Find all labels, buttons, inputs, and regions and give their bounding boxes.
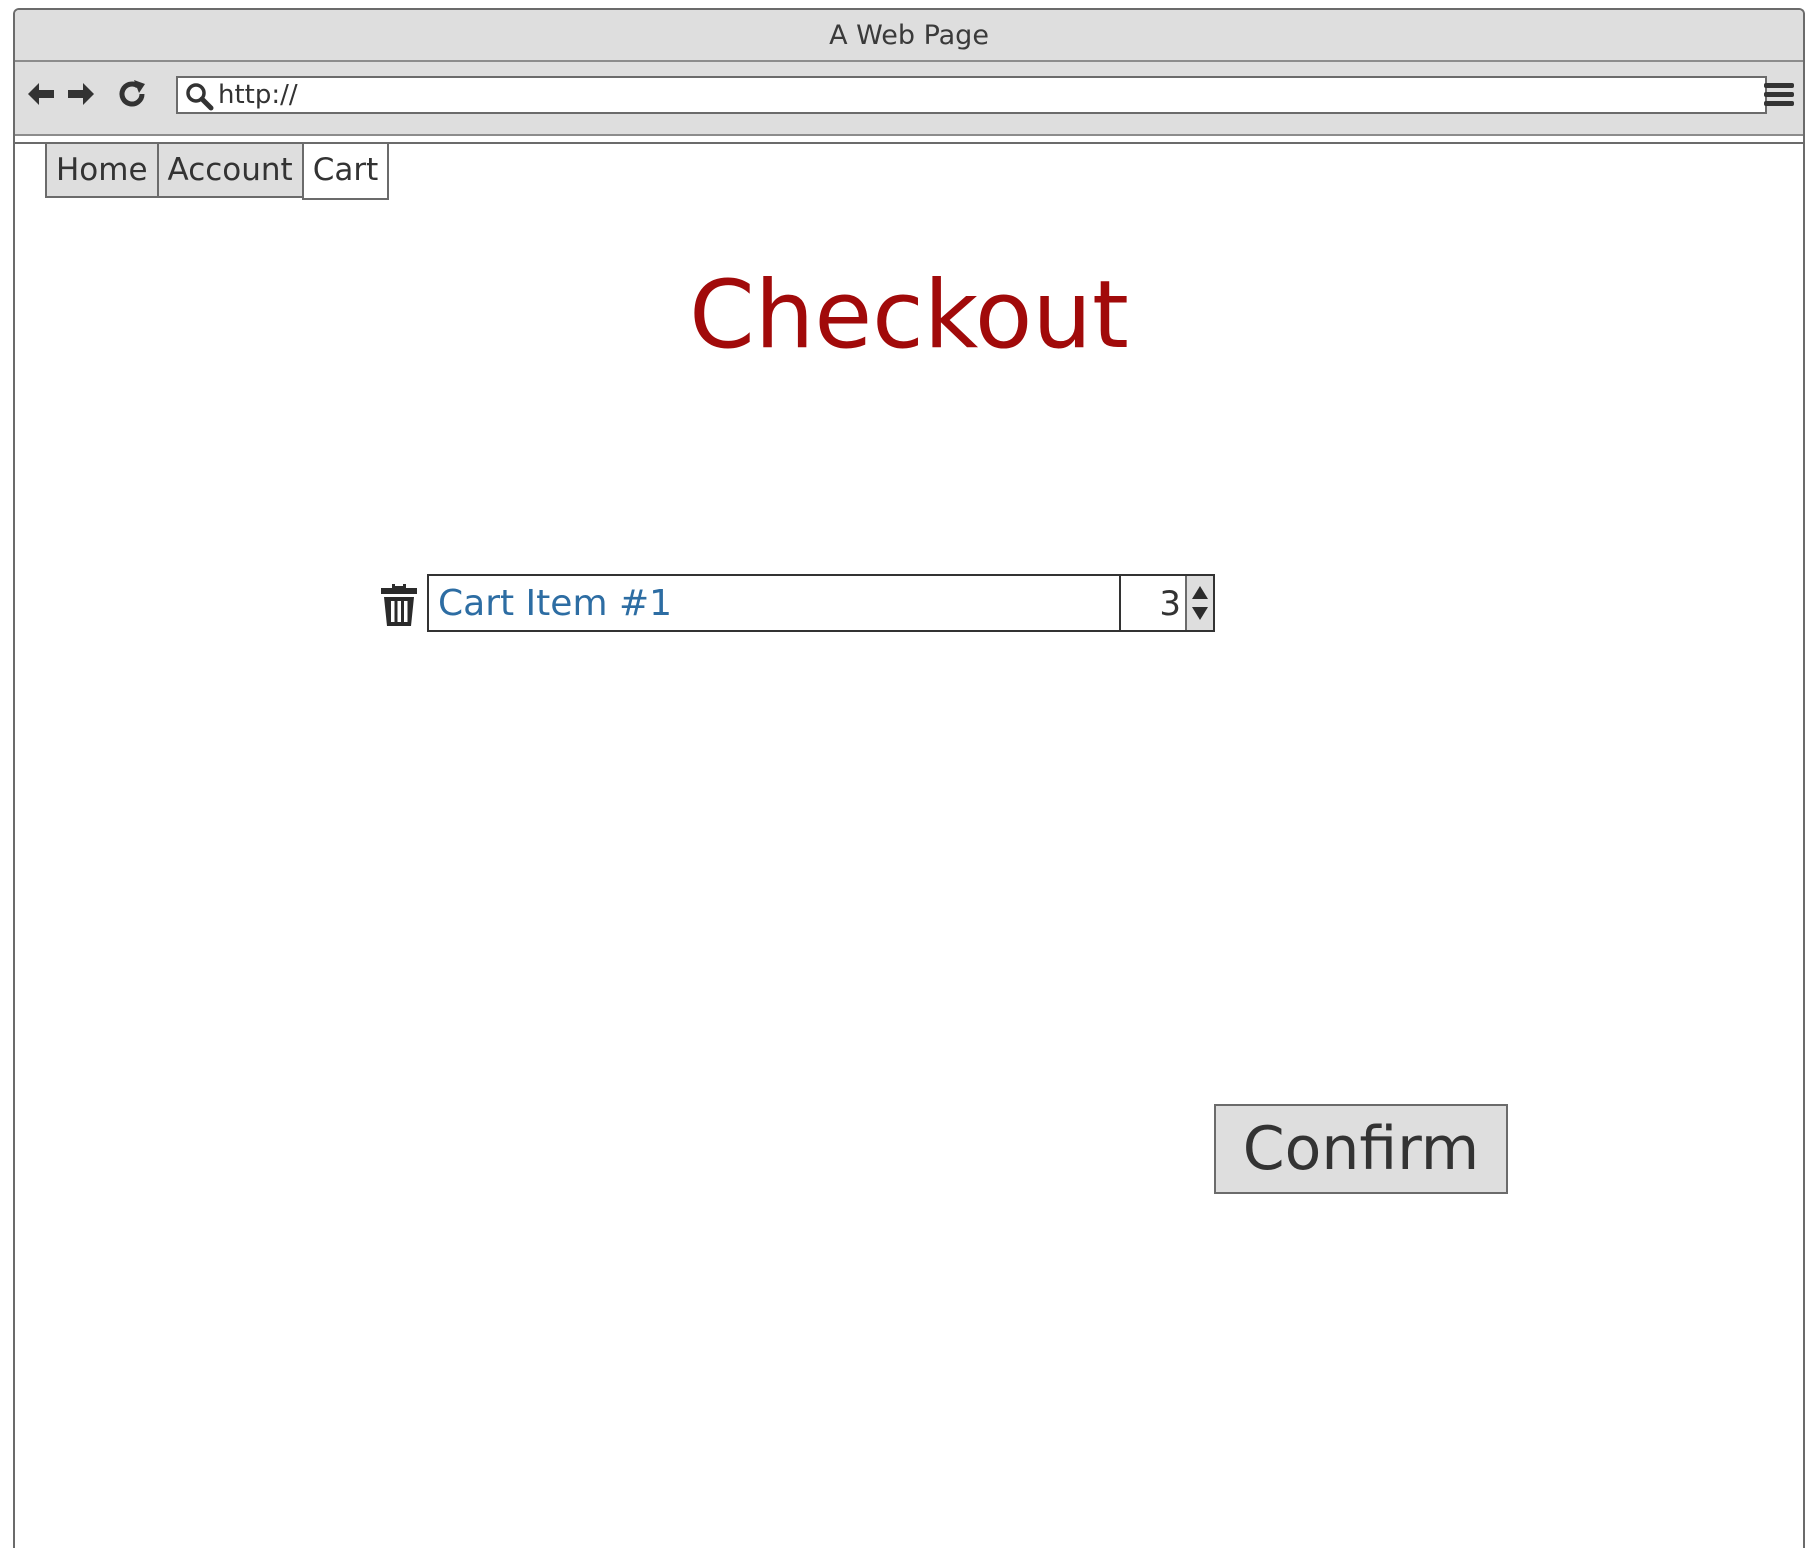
arrow-right-icon — [68, 83, 94, 105]
cart-item-link[interactable]: Cart Item #1 — [438, 576, 672, 632]
arrow-left-icon — [28, 83, 54, 105]
quantity-stepper[interactable]: 3 — [1119, 574, 1215, 632]
browser-window: A Web Page http:// Home Account Cart Che… — [13, 8, 1805, 1548]
reload-icon — [119, 80, 145, 107]
menu-button[interactable] — [1761, 76, 1797, 112]
tab-bar: Home Account Cart — [45, 144, 390, 200]
tab-account[interactable]: Account — [156, 144, 304, 198]
stepper-arrows[interactable] — [1185, 576, 1213, 630]
url-input[interactable] — [218, 78, 1718, 112]
tab-home[interactable]: Home — [45, 144, 159, 198]
trash-icon[interactable] — [377, 580, 421, 628]
page-content: Home Account Cart Checkout Cart Item #1 … — [15, 142, 1803, 1544]
page-title: Checkout — [689, 261, 1129, 370]
browser-toolbar — [15, 62, 1803, 136]
confirm-button[interactable]: Confirm — [1214, 1104, 1508, 1194]
cart-item-name-field[interactable]: Cart Item #1 — [427, 574, 1121, 632]
tab-cart[interactable]: Cart — [301, 144, 390, 200]
up-down-arrows-icon — [1192, 586, 1208, 620]
reload-button[interactable] — [114, 76, 150, 112]
quantity-value[interactable]: 3 — [1159, 576, 1181, 632]
back-button[interactable] — [23, 76, 59, 112]
hamburger-menu-icon — [1764, 83, 1794, 106]
address-bar[interactable] — [176, 76, 1767, 114]
search-icon — [186, 83, 214, 111]
forward-button[interactable] — [63, 76, 99, 112]
window-title: A Web Page — [15, 10, 1803, 62]
